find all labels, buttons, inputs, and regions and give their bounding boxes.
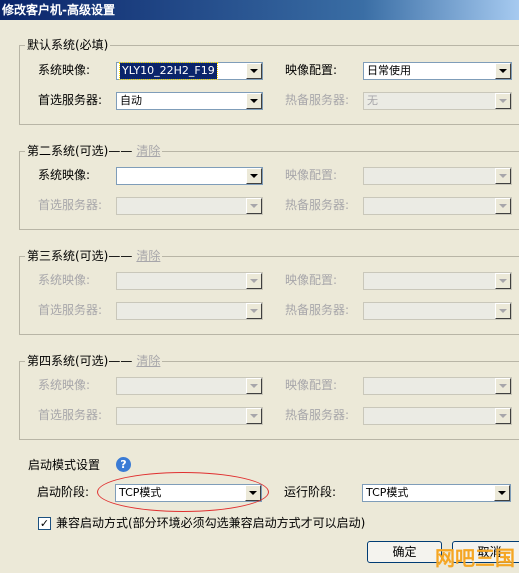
watermark: 网吧三国 [435,546,515,570]
preferred-server-label: 首选服务器: [38,198,103,212]
standby-server-label: 热备服务器: [285,198,350,212]
third-system-legend: 第三系统(可选) [27,249,109,263]
preferred-server-combo [116,197,263,215]
preferred-server-label: 首选服务器: [38,408,103,422]
standby-server-combo: 无 [363,92,512,110]
standby-server-combo [363,302,512,320]
standby-server-combo [363,197,512,215]
preferred-server-label: 首选服务器: [38,303,103,317]
config-label: 映像配置: [285,273,338,287]
help-icon[interactable]: ? [116,457,131,472]
second-system-legend: 第二系统(可选) [27,144,109,158]
boot-mode-title: 启动模式设置 [28,458,101,472]
chevron-down-icon [246,408,262,424]
config-label: 映像配置: [285,378,338,392]
chevron-down-icon[interactable] [245,485,261,501]
default-system-group: 默认系统(必填) 系统映像: YLY10_22H2_F19 映像配置: 日常使用… [19,38,519,125]
system-image-combo[interactable] [116,167,263,185]
chevron-down-icon[interactable] [246,63,262,79]
image-label: 系统映像: [38,168,91,182]
boot-stage-label: 启动阶段: [37,485,90,499]
preferred-server-label: 首选服务器: [38,93,103,107]
compat-checkbox[interactable]: ✓ [38,517,51,530]
clear-link[interactable]: 清除 [136,144,160,158]
system-image-combo[interactable]: YLY10_22H2_F19 [116,62,263,80]
chevron-down-icon [246,303,262,319]
boot-stage-value: TCP模式 [119,486,162,499]
run-stage-label: 运行阶段: [284,485,337,499]
standby-server-label: 热备服务器: [285,303,350,317]
system-image-combo [116,377,263,395]
fourth-system-legend: 第四系统(可选) [27,354,109,368]
config-label: 映像配置: [285,63,338,77]
chevron-down-icon [495,198,511,214]
image-label: 系统映像: [38,378,91,392]
preferred-server-combo [116,302,263,320]
second-system-group: 第二系统(可选)—— 清除 系统映像: 映像配置: 首选服务器: 热备服务器: [19,144,519,230]
chevron-down-icon [495,378,511,394]
standby-server-combo [363,407,512,425]
window-title: 修改客户机-高级设置 [0,0,519,20]
preferred-server-combo [116,407,263,425]
chevron-down-icon [495,303,511,319]
chevron-down-icon[interactable] [495,63,511,79]
preferred-server-combo[interactable]: 自动 [116,92,263,110]
chevron-down-icon [495,273,511,289]
chevron-down-icon [246,198,262,214]
fourth-system-group: 第四系统(可选)—— 清除 系统映像: 映像配置: 首选服务器: 热备服务器: [19,354,519,440]
image-label: 系统映像: [38,63,91,77]
clear-link[interactable]: 清除 [136,249,160,263]
image-config-combo[interactable]: 日常使用 [363,62,512,80]
preferred-server-value: 自动 [120,94,142,107]
chevron-down-icon[interactable] [494,485,510,501]
image-config-combo [363,272,512,290]
chevron-down-icon[interactable] [246,168,262,184]
image-config-combo [363,377,512,395]
chevron-down-icon[interactable] [246,93,262,109]
standby-server-label: 热备服务器: [285,408,350,422]
chevron-down-icon [495,168,511,184]
chevron-down-icon [246,273,262,289]
system-image-value: YLY10_22H2_F19 [119,62,218,80]
third-system-group: 第三系统(可选)—— 清除 系统映像: 映像配置: 首选服务器: 热备服务器: [19,249,519,335]
standby-server-value: 无 [367,94,378,107]
ok-button[interactable]: 确定 [367,541,442,563]
run-stage-value: TCP模式 [366,486,409,499]
system-image-combo [116,272,263,290]
standby-server-label: 热备服务器: [285,93,350,107]
image-config-value: 日常使用 [367,64,411,77]
run-stage-combo[interactable]: TCP模式 [362,484,511,502]
image-config-combo [363,167,512,185]
chevron-down-icon [495,408,511,424]
default-system-legend: 默认系统(必填) [27,38,109,52]
compat-label: 兼容启动方式(部分环境必须勾选兼容启动方式才可以启动) [56,516,366,530]
chevron-down-icon [495,93,511,109]
clear-link[interactable]: 清除 [136,354,160,368]
chevron-down-icon [246,378,262,394]
image-label: 系统映像: [38,273,91,287]
boot-stage-combo[interactable]: TCP模式 [115,484,262,502]
config-label: 映像配置: [285,168,338,182]
